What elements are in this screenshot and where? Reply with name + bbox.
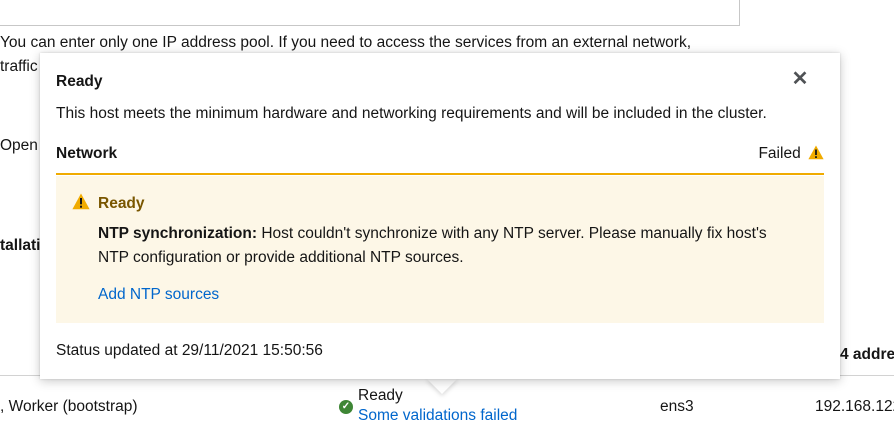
host-nic: ens3 [660, 398, 694, 415]
popover-arrow [426, 378, 458, 394]
popover-title: Ready [56, 73, 103, 90]
warning-icon [72, 193, 90, 210]
host-ip: 192.168.122. [815, 398, 894, 415]
ip-pool-input[interactable] [0, 0, 740, 26]
network-section-header[interactable]: Network Failed [56, 145, 824, 175]
validations-failed-link[interactable]: Some validations failed [358, 407, 517, 425]
status-updated-text: Status updated at 29/11/2021 15:50:56 [56, 342, 323, 359]
installation-heading: tallati [0, 237, 41, 254]
network-section-label: Network [56, 145, 118, 162]
open-text: Open [0, 137, 38, 154]
popover-description: This host meets the minimum hardware and… [56, 105, 767, 122]
network-section-status: Failed [758, 145, 824, 163]
pool-note-text-continued: traffic [0, 58, 38, 75]
host-status-text: Ready [358, 387, 403, 404]
close-icon[interactable]: ✕ [790, 69, 810, 89]
ntp-warning-alert: Ready NTP synchronization: Host couldn't… [56, 176, 824, 323]
alert-title: Ready [98, 195, 145, 212]
warning-icon [808, 145, 824, 160]
alert-message: NTP synchronization: Host couldn't synch… [98, 222, 798, 270]
network-status-text: Failed [758, 145, 801, 162]
host-status-popover: Ready ✕ This host meets the minimum hard… [40, 53, 840, 379]
check-circle-icon: ✓ [339, 400, 353, 414]
ipv4-column-header: 4 addre [840, 346, 894, 363]
alert-message-prefix: NTP synchronization: [98, 225, 258, 242]
pool-note-text: You can enter only one IP address pool. … [0, 34, 692, 51]
host-role: , Worker (bootstrap) [0, 398, 138, 415]
add-ntp-sources-link[interactable]: Add NTP sources [98, 286, 219, 304]
